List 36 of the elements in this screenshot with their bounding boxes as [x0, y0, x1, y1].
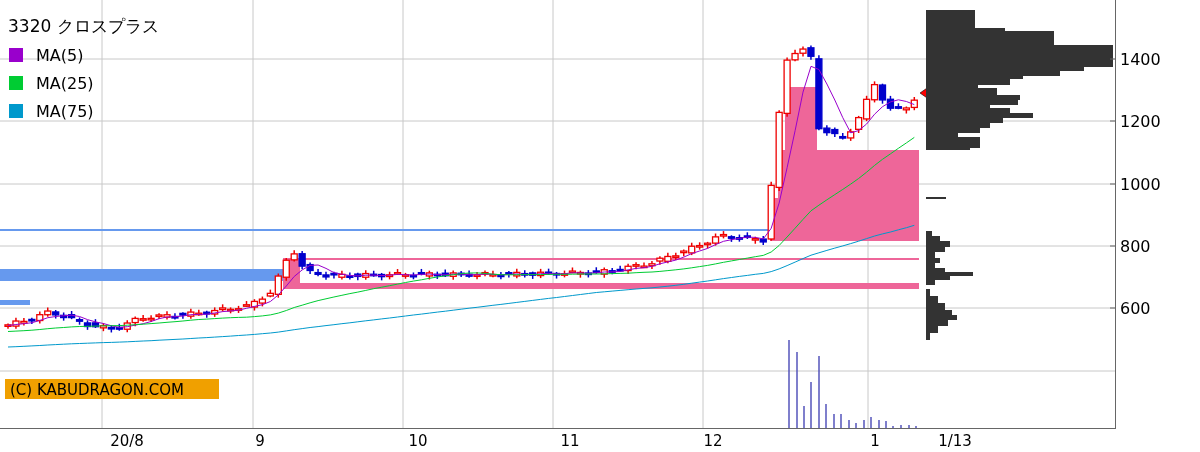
candlestick	[552, 271, 561, 280]
x-axis-label: 20/8	[110, 432, 144, 450]
candlestick	[544, 267, 553, 276]
x-axis-label: 12	[703, 432, 723, 450]
candlestick	[870, 80, 879, 104]
candlestick	[385, 270, 394, 281]
resistance-band	[0, 300, 30, 305]
x-axis-label: 10	[408, 432, 428, 450]
candlestick	[735, 233, 744, 243]
candlestick	[862, 95, 871, 122]
candlestick	[560, 269, 569, 279]
candlestick	[234, 305, 243, 314]
legend-label: MA(25)	[36, 74, 94, 93]
x-axis-label: 9	[255, 432, 265, 450]
x-axis-label: 1/13	[938, 432, 972, 450]
candlestick	[91, 318, 100, 329]
candlestick	[99, 322, 108, 332]
candlestick	[258, 295, 267, 308]
legend-label: MA(5)	[36, 46, 84, 65]
candlestick	[409, 271, 418, 281]
y-axis-label: 1400	[1120, 50, 1161, 69]
x-axis-label: 1	[870, 432, 880, 450]
x-axis-label: 11	[560, 432, 580, 450]
candlestick	[727, 234, 736, 243]
y-axis-label: 1200	[1120, 112, 1161, 131]
copyright-label: (C) KABUDRAGON.COM	[5, 379, 219, 399]
y-axis-label: 800	[1120, 237, 1151, 256]
stock-title: 3320 クロスプラス	[8, 16, 159, 36]
candlestick	[417, 268, 426, 277]
y-axis-label: 1000	[1120, 175, 1161, 194]
y-axis-label: 600	[1120, 299, 1151, 318]
candlestick	[67, 310, 76, 320]
legend-label: MA(75)	[36, 102, 94, 121]
candlestick	[226, 306, 235, 315]
candlestick	[75, 316, 84, 326]
candlestick	[878, 82, 887, 105]
